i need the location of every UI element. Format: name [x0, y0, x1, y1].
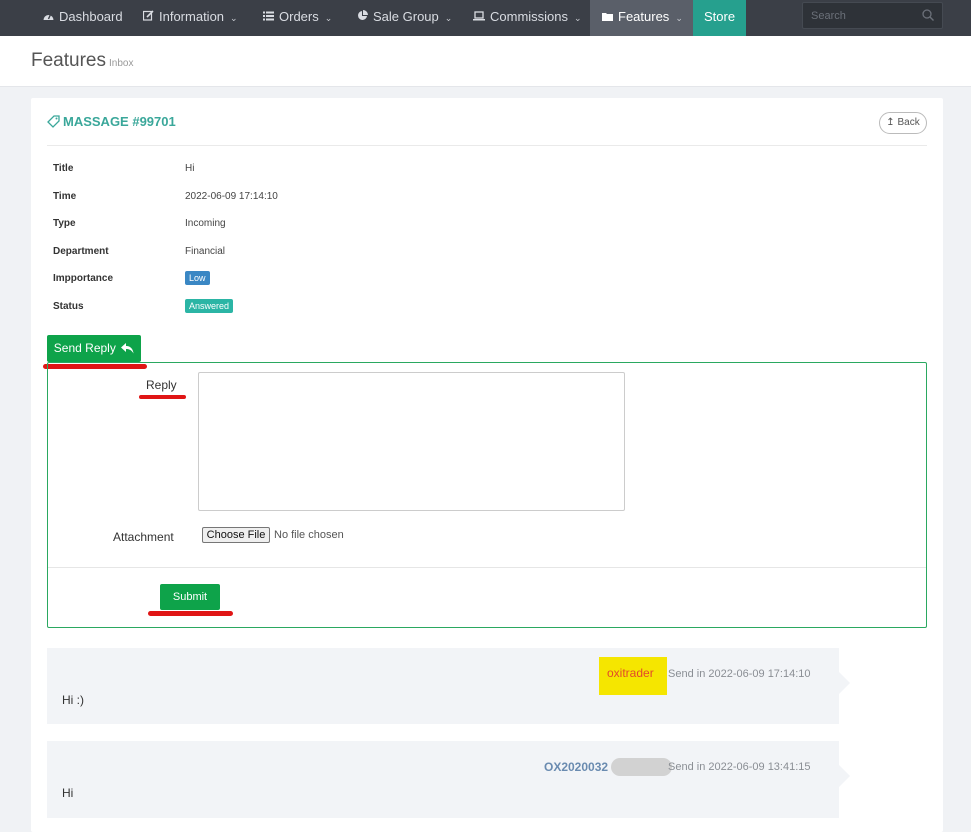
chevron-down-icon: ⌄ [324, 13, 333, 23]
redaction-blur [611, 758, 672, 776]
nav-sale-group-label: Sale Group [373, 9, 439, 24]
nav-dashboard-label: Dashboard [59, 9, 123, 24]
chevron-down-icon: ⌄ [574, 13, 582, 23]
chevron-down-icon: ⌄ [444, 13, 453, 23]
info-value: Incoming [185, 218, 226, 229]
nav-information[interactable]: Information ⌄ [142, 0, 238, 36]
folder-icon [602, 2, 613, 35]
message-item: OX2020032 Send in 2022-06-09 13:41:15 Hi [47, 741, 850, 818]
tag-icon [47, 115, 60, 128]
nav-sale-group[interactable]: Sale Group ⌄ [357, 0, 452, 36]
nav-information-label: Information [159, 9, 225, 24]
attachment-label: Attachment [113, 530, 174, 544]
file-status: No file chosen [274, 529, 344, 541]
info-label: Impportance [53, 273, 114, 284]
send-reply-button[interactable]: Send Reply [47, 335, 141, 362]
search-input[interactable] [803, 3, 913, 28]
message-body: Hi [62, 786, 74, 800]
reply-label: Reply [146, 378, 177, 392]
page-title-text: Features [31, 50, 106, 71]
search-box [802, 2, 943, 29]
nav-orders-label: Orders [279, 9, 319, 24]
bubble-tip [839, 765, 850, 787]
list-icon [263, 2, 274, 35]
back-button[interactable]: ↥ Back [879, 112, 927, 134]
message-meta: Send in 2022-06-09 17:14:10 [668, 668, 811, 680]
reply-form: Reply Attachment Choose File No file cho… [47, 362, 927, 628]
chevron-down-icon: ⌄ [230, 13, 238, 23]
message-title-text: MASSAGE #99701 [63, 114, 176, 129]
dashboard-icon [43, 2, 54, 35]
back-button-label: Back [897, 117, 920, 128]
nav-commissions[interactable]: Commissions ⌄ [473, 0, 582, 36]
form-divider [48, 567, 926, 568]
annotation-underline [148, 611, 233, 616]
nav-store[interactable]: Store [693, 0, 747, 36]
card-divider [47, 145, 927, 146]
message-card: MASSAGE #99701 ↥ Back Title Hi Time 2022… [31, 98, 943, 832]
laptop-icon [473, 2, 485, 35]
choose-file-button[interactable]: Choose File [202, 527, 270, 543]
nav-features[interactable]: Features ⌄ [590, 0, 695, 36]
send-reply-label: Send Reply [53, 341, 116, 355]
message-sender: oxitrader [607, 666, 654, 680]
annotation-underline [139, 395, 186, 399]
edit-icon [142, 2, 154, 35]
message-meta: Send in 2022-06-09 13:41:15 [668, 761, 811, 773]
nav-store-label: Store [704, 9, 736, 24]
chevron-down-icon: ⌄ [675, 13, 683, 23]
nav-orders[interactable]: Orders ⌄ [263, 0, 332, 36]
message-item: oxitrader Send in 2022-06-09 17:14:10 Hi… [47, 648, 850, 724]
back-arrow-icon: ↥ [886, 117, 895, 128]
info-value: Hi [185, 163, 195, 174]
message-sender: OX2020032 [544, 760, 609, 774]
nav-features-label: Features [618, 9, 670, 24]
info-value: 2022-06-09 17:14:10 [185, 191, 278, 202]
nav-dashboard[interactable]: Dashboard [43, 0, 123, 36]
importance-badge: Low [185, 271, 210, 285]
info-value: Financial [185, 246, 226, 257]
nav-commissions-label: Commissions [490, 9, 569, 24]
info-label: Type [53, 218, 76, 229]
message-body: Hi :) [62, 693, 84, 707]
info-value: Answered [185, 299, 234, 313]
info-value: Low [185, 271, 210, 285]
top-navbar: Dashboard Information ⌄ Orders ⌄ Sale Grou… [0, 0, 971, 36]
info-label: Time [53, 191, 77, 202]
info-label: Title [53, 163, 74, 174]
reply-textarea[interactable] [198, 372, 625, 511]
bubble-tip [839, 672, 850, 694]
page-header: Features Inbox [0, 36, 971, 87]
status-badge: Answered [185, 299, 234, 313]
page-title: Features Inbox [31, 50, 133, 72]
message-title: MASSAGE #99701 [47, 114, 176, 129]
reply-icon [121, 343, 134, 354]
search-icon[interactable] [922, 9, 934, 21]
info-label: Status [53, 301, 84, 312]
submit-button[interactable]: Submit [160, 584, 220, 610]
pie-chart-icon [357, 2, 368, 35]
page-subtitle: Inbox [108, 58, 134, 69]
info-label: Department [53, 246, 109, 257]
